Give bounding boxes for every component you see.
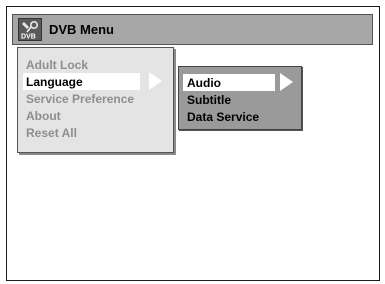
menu-item-service-preference[interactable]: Service Preference [26,91,134,107]
menu-item-adult-lock[interactable]: Adult Lock [26,57,88,73]
menu-title-bar: DVB DVB Menu [12,14,373,45]
main-menu-panel: Adult Lock Language Service Preference A… [17,47,174,153]
menu-item-about[interactable]: About [26,108,61,124]
submenu-item-audio[interactable]: Audio [187,75,221,91]
submenu-item-subtitle[interactable]: Subtitle [187,92,231,108]
right-arrow-icon [149,72,162,90]
dvb-settings-icon: DVB [18,18,42,41]
right-arrow-icon [280,73,293,91]
menu-item-language[interactable]: Language [26,74,83,90]
menu-title: DVB Menu [49,22,114,37]
language-submenu-panel: Audio Subtitle Data Service [178,66,302,130]
dvb-icon-label: DVB [21,34,36,41]
submenu-item-data-service[interactable]: Data Service [187,109,259,125]
menu-item-reset-all[interactable]: Reset All [26,125,77,141]
